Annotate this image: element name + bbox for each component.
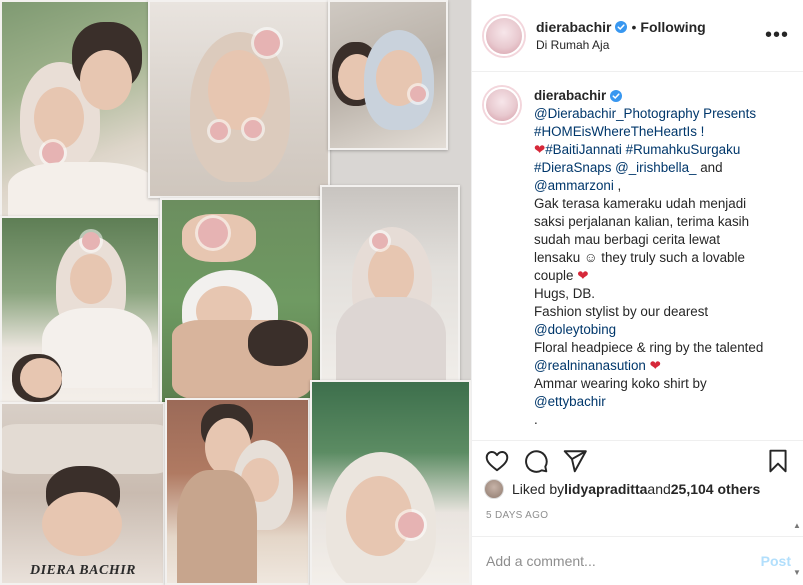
post-caption: dierabachir @Dierabachir_Photography Pre… [472, 73, 803, 431]
post-sidebar: dierabachir • Following Di Rumah Aja •••… [471, 0, 803, 585]
photo-tile-couple-embrace [0, 0, 160, 218]
caption-username[interactable]: dierabachir [534, 87, 763, 105]
caption-author-avatar[interactable] [484, 87, 520, 123]
more-options-icon[interactable]: ••• [765, 24, 789, 47]
likes-middle: and [647, 481, 671, 497]
author-username[interactable]: dierabachir [536, 19, 611, 35]
photo-tile-couple-lying [0, 216, 160, 406]
caption-text: , [613, 178, 622, 193]
heart-emoji: ❤ [534, 142, 546, 157]
following-button[interactable]: Following [640, 19, 705, 35]
hashtag-link[interactable]: #DieraSnaps @_irishbella_ [534, 160, 696, 175]
post-comment-button[interactable]: Post [761, 553, 791, 569]
caption-line: #HOMEisWhereTheHeartIs ! [534, 123, 763, 141]
post-actions-bar [472, 440, 803, 480]
caption-line: @Dierabachir_Photography Presents [534, 105, 763, 123]
likes-count-link[interactable]: 25,104 others [671, 481, 761, 497]
bookmark-icon [769, 449, 787, 472]
mention-link[interactable]: @realninanasution [534, 358, 646, 373]
mention-link[interactable]: @ammarzoni [534, 178, 614, 193]
post-header: dierabachir • Following Di Rumah Aja ••• [472, 0, 803, 72]
caption-line: Fashion stylist by our dearest [534, 304, 709, 319]
scroll-up-arrow-icon[interactable]: ▲ [793, 521, 801, 530]
caption-line: saksi perjalanan kalian, terima kasih [534, 214, 750, 229]
comment-form: Post [472, 536, 803, 585]
photo-tile-portrait-flower [148, 0, 330, 198]
separator-dot: • [631, 19, 637, 35]
author-avatar[interactable] [484, 15, 524, 56]
share-button[interactable] [562, 448, 588, 474]
caption-username-text[interactable]: dierabachir [534, 87, 606, 105]
heart-emoji: ❤ [577, 268, 589, 283]
caption-line: sudah mau berbagi cerita lewat [534, 232, 721, 247]
save-button[interactable] [765, 448, 791, 474]
caption-text: couple [534, 268, 574, 283]
photographer-watermark: DIERA BACHIR [30, 563, 136, 578]
photo-tile-couple-closeup [328, 0, 448, 150]
comment-button[interactable] [523, 448, 549, 474]
share-icon [563, 449, 587, 472]
heart-emoji: ❤ [649, 358, 661, 373]
post-photo[interactable]: DIERA BACHIR [0, 0, 471, 585]
caption-line: couple ❤ [534, 267, 763, 285]
caption-line: #DieraSnaps @_irishbella_ and [534, 159, 763, 177]
caption-line: @realninanasution ❤ [534, 357, 763, 375]
caption-line: . [534, 412, 538, 427]
caption-line: @doleytobing [534, 321, 763, 339]
caption-line: @ammarzoni , [534, 177, 763, 195]
post-timestamp[interactable]: 5 DAYS AGO [486, 510, 548, 521]
caption-line: lensaku ☺ they truly such a lovable [534, 250, 745, 265]
verified-badge-icon [610, 90, 623, 102]
caption-line: Gak terasa kameraku udah menjadi [534, 196, 747, 211]
post-location[interactable]: Di Rumah Aja [536, 38, 765, 52]
caption-line: ❤#BaitiJannati #RumahkuSurgaku [534, 141, 763, 159]
caption-line: Ammar wearing koko shirt by [534, 376, 707, 391]
heart-icon [485, 450, 509, 471]
comment-icon [525, 449, 548, 473]
mention-link[interactable]: @Dierabachir_Photography Presents [534, 106, 756, 121]
mention-link[interactable]: @ettybachir [534, 394, 606, 409]
caption-text: and [696, 160, 723, 175]
liker-avatar[interactable] [484, 479, 504, 499]
photo-tile-man-resting [0, 402, 165, 585]
hashtag-link[interactable]: #HOMEisWhereTheHeartIs ! [534, 124, 704, 139]
comment-input[interactable] [486, 553, 761, 569]
photo-tile-woman-lace [320, 185, 460, 390]
mention-link[interactable]: @doleytobing [534, 322, 616, 337]
photo-tile-couple-grass [160, 198, 328, 404]
caption-line: Hugs, DB. [534, 286, 596, 301]
likes-prefix: Liked by [512, 481, 565, 497]
hashtag-link[interactable]: #BaitiJannati #RumahkuSurgaku [545, 142, 740, 157]
photo-tile-couple-kiss [165, 398, 310, 585]
verified-badge-icon [615, 21, 628, 33]
likes-summary: Liked by lidyapraditta and 25,104 others [484, 478, 791, 500]
like-button[interactable] [484, 448, 510, 474]
photo-tile-woman-smile [310, 380, 471, 585]
liker-username[interactable]: lidyapraditta [564, 481, 647, 497]
caption-line: Floral headpiece & ring by the talented [534, 340, 764, 355]
caption-line: @ettybachir [534, 393, 763, 411]
